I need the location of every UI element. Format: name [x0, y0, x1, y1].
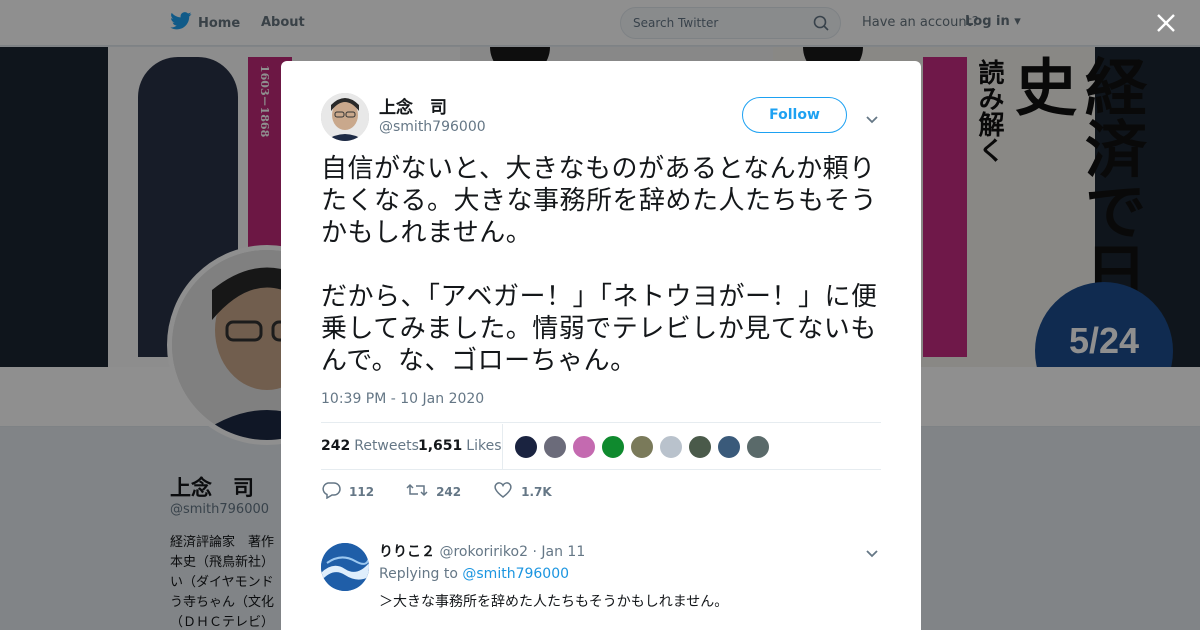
- replying-prefix: Replying to: [379, 566, 458, 582]
- retweets-stat[interactable]: 242 Retweets: [321, 438, 419, 454]
- chevron-down-icon[interactable]: [865, 110, 879, 129]
- reply-header: りりこ２ @rokoririko2 · Jan 11: [379, 541, 585, 561]
- stats-divider: [502, 424, 503, 470]
- likes-label: Likes: [466, 438, 502, 454]
- liker-avatar[interactable]: [630, 435, 654, 459]
- tweet-modal: 上念 司 @smith796000 Follow 自信がないと、大きなものがある…: [281, 61, 921, 630]
- liker-avatar[interactable]: [601, 435, 625, 459]
- tweet-author-handle[interactable]: @smith796000: [379, 119, 486, 135]
- liker-avatar[interactable]: [688, 435, 712, 459]
- reply-separator: ·: [532, 544, 537, 560]
- like-count: 1.7K: [521, 484, 552, 499]
- reply-author-handle[interactable]: @rokoririko2: [439, 544, 528, 560]
- heart-icon: [493, 481, 513, 502]
- reply-action[interactable]: 112: [321, 481, 374, 502]
- retweet-count: 242: [436, 484, 462, 499]
- liker-avatar[interactable]: [543, 435, 567, 459]
- retweet-icon: [406, 481, 428, 502]
- liker-avatar[interactable]: [746, 435, 770, 459]
- close-icon[interactable]: [1155, 12, 1179, 36]
- tweet-author-avatar[interactable]: [321, 93, 369, 141]
- replying-to-link[interactable]: @smith796000: [462, 566, 569, 582]
- tweet-author-name[interactable]: 上念 司: [379, 93, 447, 118]
- liker-avatar[interactable]: [572, 435, 596, 459]
- likes-count: 1,651: [418, 438, 463, 454]
- reply-icon: [321, 481, 341, 502]
- chevron-down-icon[interactable]: [865, 544, 879, 563]
- liker-avatar[interactable]: [514, 435, 538, 459]
- tweet-text: 自信がないと、大きなものがあるとなんか頼りたくなる。大きな事務所を辞めた人たちも…: [321, 154, 878, 376]
- liker-avatars: [514, 435, 770, 459]
- liker-avatar[interactable]: [659, 435, 683, 459]
- like-action[interactable]: 1.7K: [493, 481, 552, 502]
- replying-to: Replying to @smith796000: [379, 566, 569, 582]
- retweets-count: 242: [321, 438, 351, 454]
- liker-avatar[interactable]: [717, 435, 741, 459]
- retweet-action[interactable]: 242: [406, 481, 461, 502]
- likes-stat[interactable]: 1,651 Likes: [418, 438, 502, 454]
- tweet-actions: 112 242 1.7K: [321, 481, 584, 502]
- reply-author-name[interactable]: りりこ２: [379, 544, 435, 560]
- reply-text: ＞大きな事務所を辞めた人たちもそうかもしれません。: [379, 594, 729, 610]
- reply-author-avatar[interactable]: [321, 543, 369, 591]
- reply-date[interactable]: Jan 11: [541, 544, 585, 560]
- tweet-stats: 242 Retweets 1,651 Likes: [321, 422, 881, 470]
- reply-count: 112: [349, 484, 375, 499]
- follow-button[interactable]: Follow: [742, 97, 847, 133]
- tweet-timestamp[interactable]: 10:39 PM - 10 Jan 2020: [321, 391, 484, 407]
- retweets-label: Retweets: [354, 438, 419, 454]
